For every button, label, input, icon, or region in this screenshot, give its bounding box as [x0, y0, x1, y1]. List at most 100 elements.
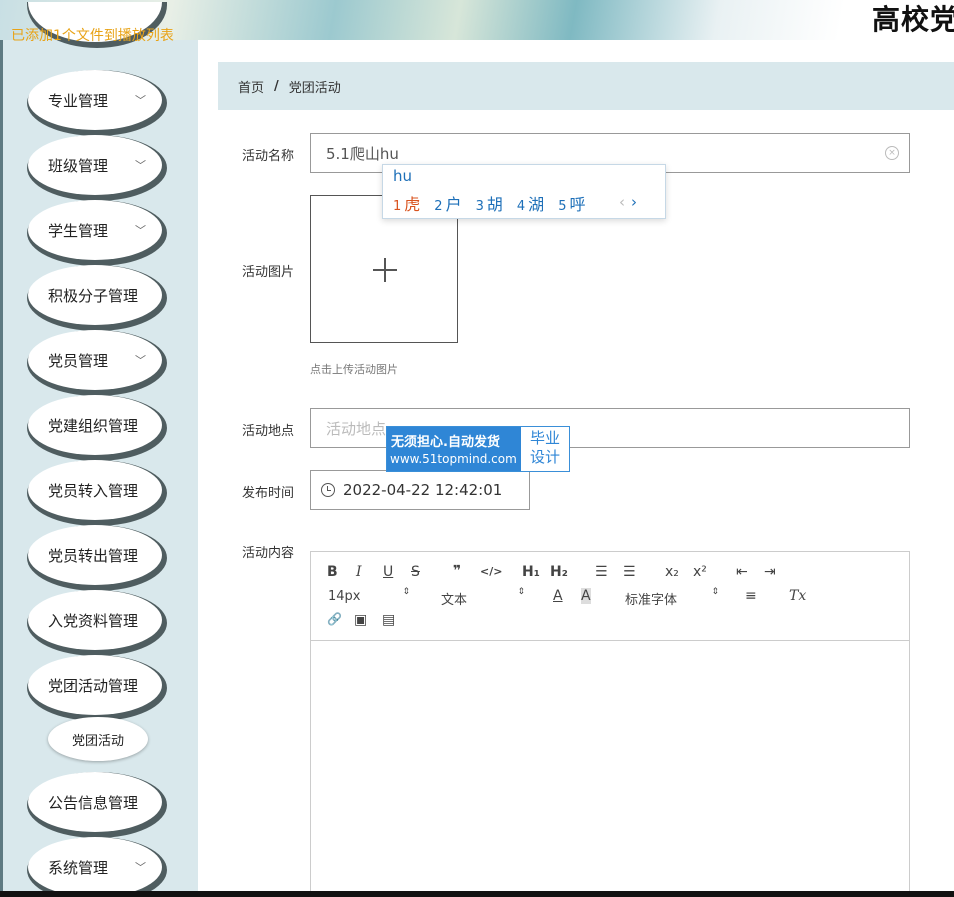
- ime-candidate[interactable]: 5呼: [558, 191, 585, 215]
- watermark-side-top: 毕业: [529, 429, 560, 447]
- sidebar-item-label: 积极分子管理: [48, 286, 139, 305]
- indent-button[interactable]: ⇥: [764, 564, 776, 580]
- chevron-left-icon[interactable]: ‹: [619, 193, 625, 211]
- sidebar-item-label: 党团活动管理: [48, 676, 139, 695]
- format-select[interactable]: 文本 ⇕: [441, 587, 525, 609]
- breadcrumb-separator: /: [274, 78, 279, 94]
- rich-text-editor[interactable]: B I U S ❞ </> H₁ H₂ ☰ ☰ x₂ x² ⇤ ⇥ 14px ⇕…: [310, 551, 910, 897]
- sidebar-item-transfer-out[interactable]: 党员转出管理: [28, 525, 162, 585]
- sidebar-item-label: 党员转出管理: [48, 546, 139, 565]
- sidebar-item-activities[interactable]: 党团活动管理: [28, 655, 162, 715]
- plus-icon: [373, 258, 397, 282]
- activity-image-label: 活动图片: [242, 265, 295, 280]
- sidebar-item-activist[interactable]: 积极分子管理: [28, 265, 162, 325]
- activity-name-label: 活动名称: [242, 149, 295, 164]
- bullet-list-button[interactable]: ☰: [623, 564, 636, 580]
- chevron-down-icon: ﹀: [135, 159, 146, 172]
- sidebar-item-label: 入党资料管理: [48, 611, 139, 630]
- h2-button[interactable]: H₂: [550, 564, 568, 580]
- background-color-button[interactable]: A: [581, 588, 591, 604]
- publish-time-label: 发布时间: [242, 486, 295, 501]
- ime-page-nav: ‹ ›: [619, 193, 637, 211]
- clock-icon: [321, 483, 335, 497]
- font-color-button[interactable]: A: [553, 588, 563, 604]
- ime-candidate[interactable]: 4湖: [517, 191, 544, 215]
- sidebar-subitem-activity[interactable]: 党团活动: [48, 717, 148, 761]
- code-button[interactable]: </>: [480, 565, 502, 578]
- sidebar-item-class[interactable]: 班级管理 ﹀: [28, 135, 162, 195]
- sidebar-item-label: 党建组织管理: [48, 416, 139, 435]
- watermark-line2: www.51topmind.com: [390, 452, 517, 466]
- breadcrumb: 首页 / 党团活动: [218, 62, 954, 110]
- ime-candidate-popup: hu 1虎 2户 3胡 4湖 5呼 ‹ ›: [382, 164, 666, 219]
- publish-time-picker[interactable]: 2022-04-22 12:42:01: [310, 470, 530, 510]
- bold-button[interactable]: B: [327, 564, 338, 580]
- clear-format-button[interactable]: Tx: [789, 588, 806, 604]
- activity-name-value: 5.1爬山hu: [326, 144, 399, 163]
- app-title: 高校党: [872, 3, 954, 36]
- sidebar-item-transfer-in[interactable]: 党员转入管理: [28, 460, 162, 520]
- chevron-down-icon: ﹀: [135, 861, 146, 874]
- sidebar-item-label: 班级管理: [48, 156, 109, 175]
- sidebar-item-label: 专业管理: [48, 91, 109, 110]
- image-button[interactable]: ▣: [354, 612, 367, 628]
- chevron-down-icon: ﹀: [135, 94, 146, 107]
- sidebar-item-member[interactable]: 党员管理 ﹀: [28, 330, 162, 390]
- sidebar-item-major[interactable]: 专业管理 ﹀: [28, 70, 162, 130]
- watermark-ad: 无须担心.自动发货 www.51topmind.com 毕业 设计: [386, 426, 570, 472]
- link-button[interactable]: 🔗: [327, 612, 342, 626]
- publish-time-value: 2022-04-22 12:42:01: [343, 481, 503, 499]
- sidebar-item-label: 系统管理: [48, 858, 109, 877]
- sidebar-item-label: 党员管理: [48, 351, 109, 370]
- select-arrow-icon: ⇕: [402, 587, 410, 597]
- ime-candidate[interactable]: 3胡: [476, 191, 503, 215]
- font-size-select[interactable]: 14px ⇕: [328, 587, 410, 605]
- strike-button[interactable]: S: [411, 564, 420, 580]
- ime-pinyin: hu: [393, 167, 413, 185]
- italic-button[interactable]: I: [356, 564, 362, 580]
- font-family-select[interactable]: 标准字体 ⇕: [625, 587, 719, 609]
- location-placeholder: 活动地点: [326, 419, 387, 438]
- chevron-right-icon[interactable]: ›: [631, 193, 637, 211]
- sidebar-item-documents[interactable]: 入党资料管理: [28, 590, 162, 650]
- underline-button[interactable]: U: [383, 564, 393, 580]
- watermark-side: 毕业 设计: [521, 427, 569, 471]
- clear-icon[interactable]: ×: [885, 146, 899, 160]
- sidebar-item-label: 党员转入管理: [48, 481, 139, 500]
- font-size-value: 14px: [328, 589, 361, 604]
- breadcrumb-home[interactable]: 首页: [238, 77, 264, 96]
- content-label: 活动内容: [242, 546, 295, 561]
- sidebar-item-student[interactable]: 学生管理 ﹀: [28, 200, 162, 260]
- watermark-line1: 无须担心.自动发货: [391, 435, 500, 450]
- h1-button[interactable]: H₁: [522, 564, 540, 580]
- upload-hint: 点击上传活动图片: [310, 363, 398, 376]
- ime-candidate[interactable]: 2户: [434, 191, 461, 215]
- location-label: 活动地点: [242, 424, 295, 439]
- watermark-text: 无须担心.自动发货 www.51topmind.com: [387, 427, 521, 471]
- sidebar-item-label: 公告信息管理: [48, 793, 139, 812]
- select-arrow-icon: ⇕: [711, 587, 719, 597]
- ime-candidate[interactable]: 1虎: [393, 191, 420, 215]
- sidebar-item-label: 学生管理: [48, 221, 109, 240]
- bottom-edge: [0, 891, 954, 897]
- chevron-down-icon: ﹀: [135, 224, 146, 237]
- sidebar-item-notices[interactable]: 公告信息管理: [28, 772, 162, 832]
- sidebar-item-organization[interactable]: 党建组织管理: [28, 395, 162, 455]
- editor-toolbar: B I U S ❞ </> H₁ H₂ ☰ ☰ x₂ x² ⇤ ⇥ 14px ⇕…: [311, 552, 909, 641]
- superscript-button[interactable]: x²: [693, 564, 707, 580]
- watermark-side-bottom: 设计: [529, 448, 560, 466]
- outdent-button[interactable]: ⇤: [736, 564, 748, 580]
- ime-candidates: 1虎 2户 3胡 4湖 5呼: [393, 191, 585, 215]
- font-family-value: 标准字体: [625, 593, 678, 608]
- chevron-down-icon: ﹀: [135, 354, 146, 367]
- video-button[interactable]: ▤: [382, 612, 395, 628]
- sidebar-item-system[interactable]: 系统管理 ﹀: [28, 837, 162, 897]
- playlist-notice: 已添加1个文件到播放列表: [11, 28, 174, 44]
- format-value: 文本: [441, 593, 468, 608]
- align-button[interactable]: ≡: [745, 588, 757, 604]
- quote-button[interactable]: ❞: [453, 563, 461, 579]
- breadcrumb-current: 党团活动: [288, 80, 341, 96]
- ordered-list-button[interactable]: ☰: [595, 564, 608, 580]
- select-arrow-icon: ⇕: [517, 587, 525, 597]
- subscript-button[interactable]: x₂: [665, 564, 679, 580]
